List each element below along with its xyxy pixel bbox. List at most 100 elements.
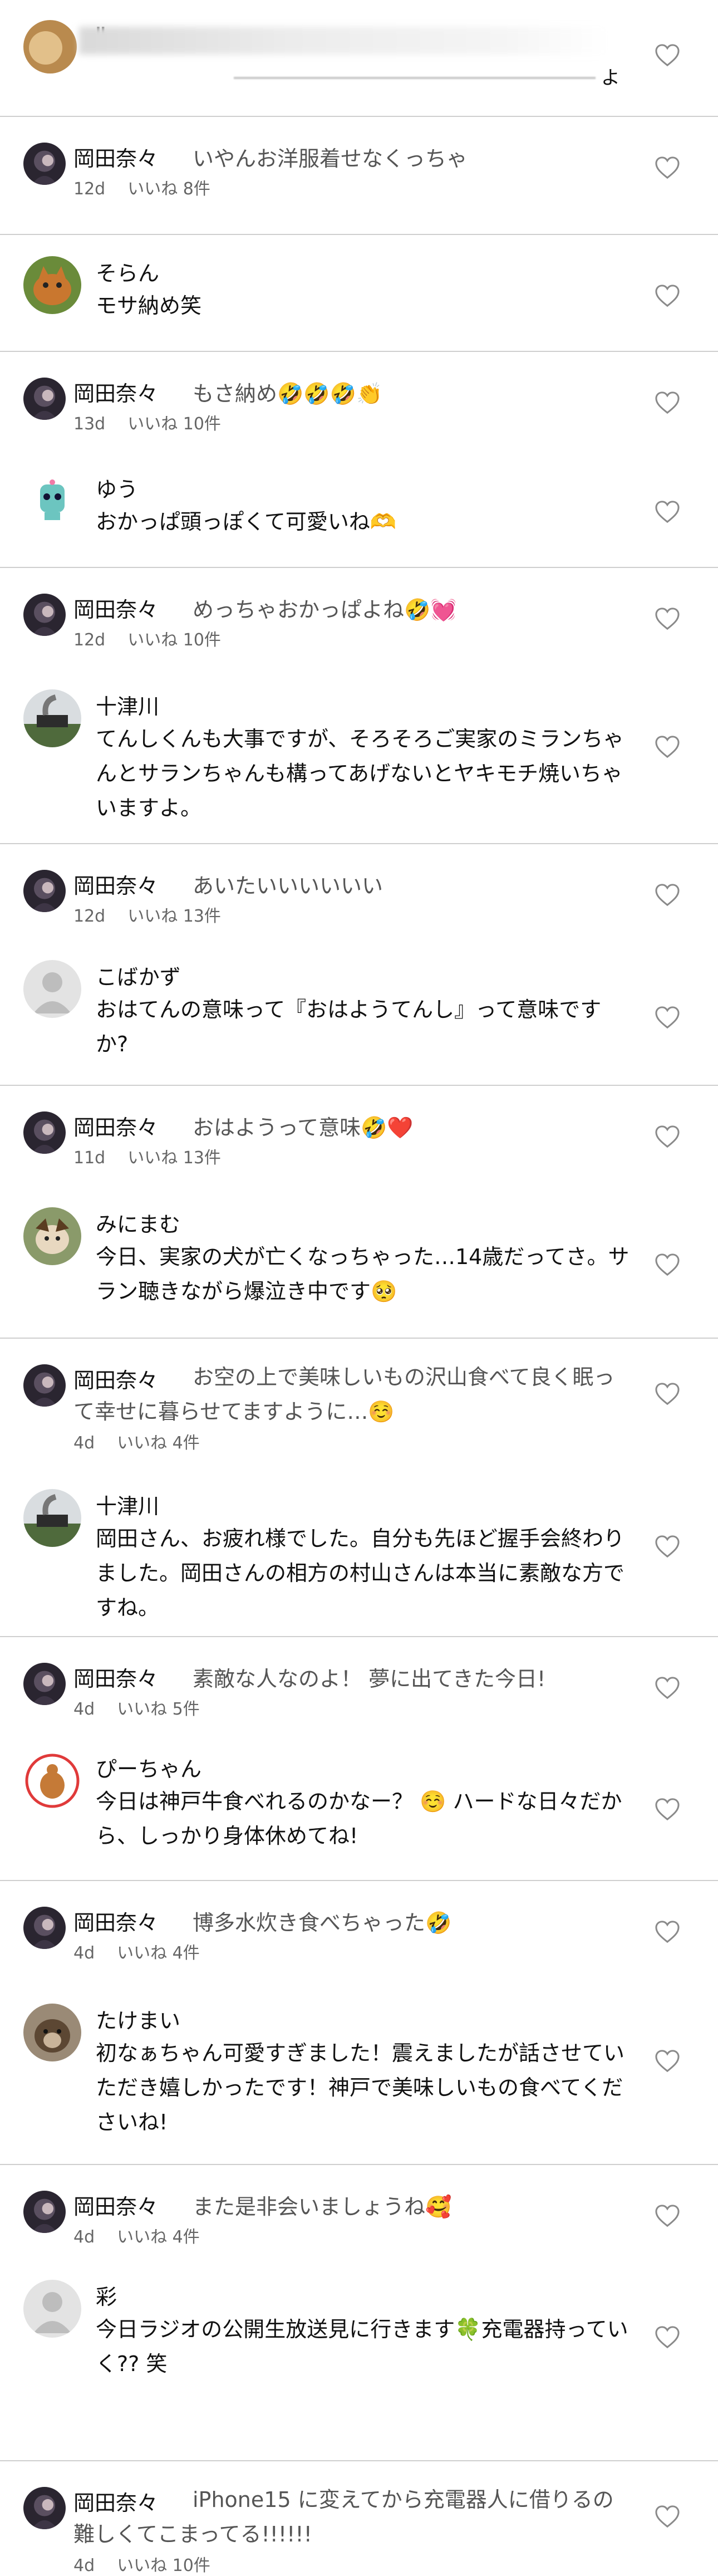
like-count[interactable]: いいね 4件 xyxy=(117,2227,200,2247)
comment-author[interactable]: 彩 xyxy=(96,2280,117,2310)
like-count[interactable]: いいね 5件 xyxy=(117,1700,200,1719)
reply-text: もさ納め🤣🤣🤣👏 xyxy=(193,381,383,406)
like-heart-icon[interactable] xyxy=(655,156,680,179)
avatar[interactable] xyxy=(23,143,66,185)
like-heart-icon[interactable] xyxy=(655,1382,680,1405)
avatar[interactable] xyxy=(23,256,81,314)
like-heart-icon[interactable] xyxy=(655,2325,680,2349)
avatar[interactable] xyxy=(23,1489,81,1547)
reply-item: 岡田奈々 あいたいいいいいい 12d いいね 13件 xyxy=(0,844,718,939)
like-count[interactable]: いいね 4件 xyxy=(117,1433,200,1453)
comment-item: ぴーちゃん 今日は神戸牛食べれるのかなー？ ☺️ ハードな日々だから、しっかり身体… xyxy=(0,1731,718,1881)
comment-author[interactable]: 十津川 xyxy=(96,1489,159,1520)
like-heart-icon[interactable] xyxy=(655,2505,680,2528)
avatar[interactable] xyxy=(23,20,77,74)
reply-author[interactable]: 岡田奈々 xyxy=(73,1110,158,1141)
comment-author[interactable]: たけまい xyxy=(96,2004,180,2034)
avatar[interactable] xyxy=(23,1207,81,1265)
avatar[interactable] xyxy=(23,1111,66,1154)
avatar[interactable] xyxy=(23,594,66,636)
avatar[interactable] xyxy=(23,2280,81,2338)
reply-age: 4d xyxy=(73,1700,95,1719)
like-count[interactable]: いいね 10件 xyxy=(127,414,221,434)
reply-meta: 4d いいね 4件 xyxy=(73,2223,200,2247)
like-count[interactable]: いいね 4件 xyxy=(117,1943,200,1963)
reply-age: 12d xyxy=(73,630,106,650)
reply-meta: 4d いいね 4件 xyxy=(73,1939,200,1963)
like-heart-icon[interactable] xyxy=(655,1920,680,1943)
reply-meta: 13d いいね 10件 xyxy=(73,410,221,434)
comment-item: 彩今日ラジオの公開生放送見に行きます🍀充電器持っていく?? 笑 xyxy=(0,2259,718,2461)
like-heart-icon[interactable] xyxy=(655,2049,680,2073)
avatar[interactable] xyxy=(23,960,81,1018)
reply-author[interactable]: 岡田奈々 xyxy=(73,376,158,407)
like-heart-icon[interactable] xyxy=(655,1253,680,1276)
comment-author[interactable]: そらん xyxy=(96,256,159,287)
reply-author[interactable]: 岡田奈々 xyxy=(73,1906,158,1936)
reply-item: 岡田奈々 もさ納め🤣🤣🤣👏 13d いいね 10件 xyxy=(0,352,718,451)
reply-author[interactable]: 岡田奈々 xyxy=(73,592,158,623)
like-heart-icon[interactable] xyxy=(655,43,680,67)
like-heart-icon[interactable] xyxy=(655,391,680,414)
avatar[interactable] xyxy=(23,378,66,420)
reply-meta: 4d いいね 4件 xyxy=(73,1429,200,1453)
like-heart-icon[interactable] xyxy=(655,883,680,907)
comment-item: ゆう おかっぱ頭っぽくて可愛いね🫶 xyxy=(0,451,718,568)
reply-author[interactable]: 岡田奈々 xyxy=(73,869,158,899)
reply-age: 4d xyxy=(73,1433,95,1453)
comment-author[interactable]: 十津川 xyxy=(96,689,159,720)
like-count[interactable]: いいね 10件 xyxy=(127,630,221,650)
like-heart-icon[interactable] xyxy=(655,607,680,630)
reply-age: 4d xyxy=(73,2556,95,2575)
avatar[interactable] xyxy=(23,1663,66,1705)
reply-item: 岡田奈々 おはようって意味🤣❤️ 11d いいね 13件 xyxy=(0,1086,718,1186)
comment-text-end: よ xyxy=(601,67,620,89)
reply-author[interactable]: 岡田奈々 xyxy=(73,1662,158,1692)
like-heart-icon[interactable] xyxy=(655,1798,680,1821)
reply-text: めっちゃおかっぱよね🤣💓 xyxy=(193,598,457,622)
reply-meta: 12d いいね 8件 xyxy=(73,175,210,199)
reply-text: また是非会いましょうね🥰 xyxy=(193,2195,452,2219)
avatar[interactable] xyxy=(23,2191,66,2233)
like-heart-icon[interactable] xyxy=(655,500,680,523)
reply-item: 岡田奈々 また是非会いましょうね🥰 4d いいね 4件 xyxy=(0,2165,718,2259)
reply-meta: 4d いいね 10件 xyxy=(73,2551,210,2576)
reply-author[interactable]: 岡田奈々 xyxy=(73,141,158,172)
reply-text: iPhone15 に変えてから充電器人に借りるの難しくてこまってる!!!!!! xyxy=(73,2487,614,2546)
like-heart-icon[interactable] xyxy=(655,1125,680,1148)
reply-meta: 12d いいね 13件 xyxy=(73,902,221,927)
like-count[interactable]: いいね 8件 xyxy=(127,179,210,199)
blurred-line xyxy=(234,77,596,79)
comment-text: てんしくんも大事ですが、そろそろご実家のミランちゃんとサランちゃんも構ってあげな… xyxy=(96,727,624,820)
reply-text: お空の上で美味しいもの沢山食べて良く眠って幸せに暮らせてますように…☺️ xyxy=(73,1365,615,1424)
avatar[interactable] xyxy=(23,1907,66,1949)
like-heart-icon[interactable] xyxy=(655,1006,680,1029)
reply-age: 13d xyxy=(73,414,106,434)
comment-text: モサ納め笑 xyxy=(96,293,202,318)
like-count[interactable]: いいね 13件 xyxy=(127,1148,221,1168)
avatar[interactable] xyxy=(23,689,81,747)
comment-text: 初なぁちゃん可愛すぎました！震えましたが話させていただき嬉しかったです！神戸で美… xyxy=(96,2041,625,2134)
reply-meta: 11d いいね 13件 xyxy=(73,1144,221,1168)
comment-text: 今日ラジオの公開生放送見に行きます🍀充電器持っていく?? 笑 xyxy=(96,2317,628,2376)
avatar[interactable] xyxy=(23,2004,81,2061)
avatar[interactable] xyxy=(23,2487,66,2529)
comment-author[interactable]: ぴーちゃん xyxy=(96,1752,201,1782)
comment-text: おはてんの意味って『おはようてんし』って意味ですか? xyxy=(96,997,602,1056)
like-heart-icon[interactable] xyxy=(655,735,680,758)
avatar[interactable] xyxy=(23,472,81,530)
comment-author[interactable]: こばかず xyxy=(96,960,181,991)
avatar[interactable] xyxy=(23,1752,81,1810)
like-heart-icon[interactable] xyxy=(655,2204,680,2227)
like-heart-icon[interactable] xyxy=(655,284,680,307)
reply-author[interactable]: 岡田奈々 xyxy=(73,2190,158,2220)
avatar[interactable] xyxy=(23,1364,66,1407)
like-count[interactable]: いいね 13件 xyxy=(127,907,221,926)
like-count[interactable]: いいね 10件 xyxy=(117,2556,210,2575)
like-heart-icon[interactable] xyxy=(655,1535,680,1558)
comment-author[interactable]: みにまむ xyxy=(96,1207,180,1238)
reply-age: 12d xyxy=(73,907,106,926)
avatar[interactable] xyxy=(23,870,66,912)
like-heart-icon[interactable] xyxy=(655,1676,680,1700)
comment-author[interactable]: ゆう xyxy=(96,472,138,503)
